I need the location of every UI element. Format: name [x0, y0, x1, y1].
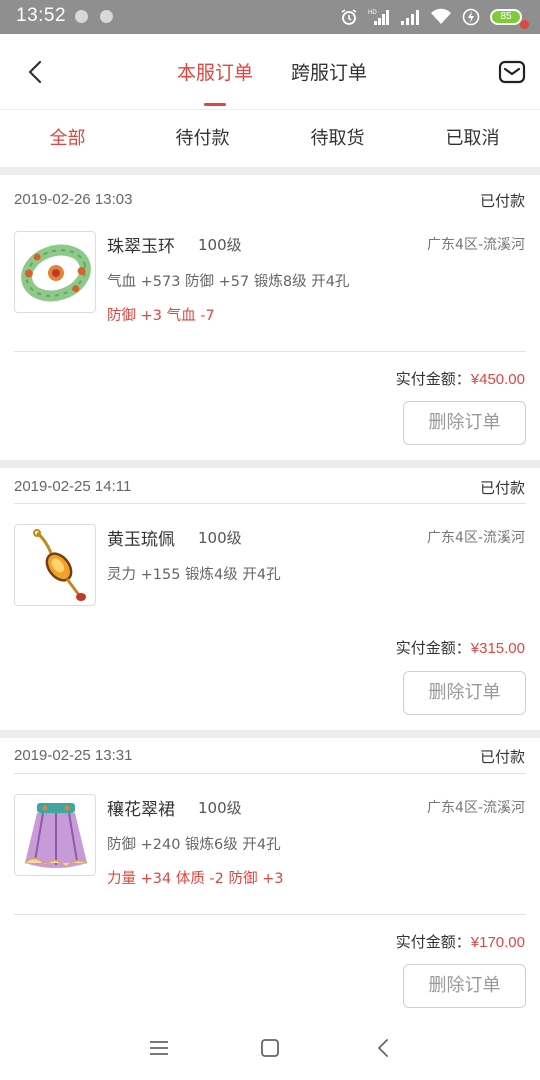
- paid-amount-row: 实付金额：¥170.00: [396, 931, 525, 952]
- active-tab-indicator: [204, 103, 226, 106]
- delete-order-button[interactable]: 删除订单: [403, 964, 526, 1008]
- item-server: 广东4区-流溪河: [427, 530, 525, 546]
- signal-icon: [401, 10, 419, 25]
- filter-pending-pickup[interactable]: 待取货: [270, 111, 405, 167]
- item-name: 珠翠玉环: [107, 237, 175, 257]
- paid-amount: ¥450.00: [470, 371, 525, 388]
- notification-dot-icon: [100, 10, 113, 23]
- item-attributes: 防御 +240 锻炼6级 开4孔: [107, 837, 281, 853]
- order-status: 已付款: [479, 192, 525, 210]
- order-status: 已付款: [479, 748, 525, 766]
- item-name: 穰花翠裙: [107, 800, 175, 820]
- notification-dot-icon: [75, 10, 88, 23]
- delete-order-button[interactable]: 删除订单: [403, 671, 526, 715]
- tab-cross-server-orders[interactable]: 跨服订单: [291, 58, 367, 85]
- paid-amount: ¥315.00: [470, 640, 525, 657]
- menu-icon[interactable]: [145, 1034, 173, 1062]
- item-server: 广东4区-流溪河: [427, 800, 525, 816]
- divider: [14, 914, 526, 915]
- item-attributes: 灵力 +155 锻炼4级 开4孔: [107, 567, 281, 583]
- delete-order-button[interactable]: 删除订单: [403, 401, 526, 445]
- order-status: 已付款: [479, 479, 525, 497]
- home-square-icon[interactable]: [256, 1034, 284, 1062]
- wifi-icon: [431, 8, 451, 24]
- item-extra-attributes: 力量 +34 体质 -2 防御 +3: [107, 871, 284, 887]
- order-card: 2019-02-26 13:03 已付款 珠翠玉环 100级 广东4区-流溪河 …: [0, 175, 540, 460]
- divider: [0, 167, 540, 175]
- item-attributes: 气血 +573 防御 +57 锻炼8级 开4孔: [107, 274, 350, 290]
- item-name: 黄玉琉佩: [107, 530, 175, 550]
- charging-icon: [462, 8, 480, 26]
- filter-bar: 全部 待付款 待取货 已取消: [0, 111, 540, 167]
- filter-pending-payment[interactable]: 待付款: [135, 111, 270, 167]
- status-time: 13:52: [16, 5, 67, 26]
- divider: [0, 460, 540, 468]
- paid-label: 实付金额：: [395, 370, 471, 388]
- status-bar: 13:52 HD 85: [0, 0, 540, 34]
- paid-label: 实付金额：: [395, 639, 471, 657]
- battery-icon: 85: [490, 9, 522, 25]
- divider: [14, 351, 526, 352]
- status-icons: HD 85: [340, 7, 522, 27]
- svg-text:HD: HD: [368, 10, 377, 16]
- topaz-pendant-icon: [14, 524, 96, 606]
- paid-amount-row: 实付金额：¥450.00: [396, 368, 525, 389]
- paid-label: 实付金额：: [395, 933, 471, 951]
- item-level: 100级: [198, 236, 242, 254]
- order-card: 2019-02-25 13:31 已付款 穰花翠裙 100级 广东4区-流溪河 …: [0, 738, 540, 1016]
- mail-icon[interactable]: [498, 58, 528, 86]
- hd-signal-icon: HD: [368, 10, 389, 25]
- filter-all[interactable]: 全部: [0, 111, 135, 167]
- back-chevron-icon[interactable]: [370, 1034, 398, 1062]
- flower-skirt-icon: [14, 794, 96, 876]
- item-level: 100级: [198, 529, 242, 547]
- paid-amount-row: 实付金额：¥315.00: [396, 637, 525, 658]
- item-extra-attributes: 防御 +3 气血 -7: [107, 308, 215, 324]
- order-date: 2019-02-25 13:31: [14, 747, 133, 764]
- order-date: 2019-02-25 14:11: [14, 478, 132, 495]
- divider: [0, 730, 540, 738]
- item-server: 广东4区-流溪河: [427, 237, 525, 253]
- back-icon[interactable]: [22, 54, 54, 90]
- alarm-icon: [341, 9, 357, 25]
- header: 本服订单 跨服订单: [0, 20, 540, 110]
- order-card: 2019-02-25 14:11 已付款 黄玉琉佩 100级 广东4区-流溪河 …: [0, 468, 540, 730]
- paid-amount: ¥170.00: [470, 934, 525, 951]
- item-level: 100级: [198, 799, 242, 817]
- system-nav-bar: [0, 1016, 540, 1080]
- unread-badge: [520, 20, 529, 29]
- divider: [14, 773, 526, 774]
- order-date: 2019-02-26 13:03: [14, 191, 133, 208]
- tab-local-orders[interactable]: 本服订单: [177, 58, 253, 85]
- jade-ring-icon: [14, 231, 96, 313]
- filter-cancelled[interactable]: 已取消: [405, 111, 540, 167]
- divider: [14, 503, 526, 504]
